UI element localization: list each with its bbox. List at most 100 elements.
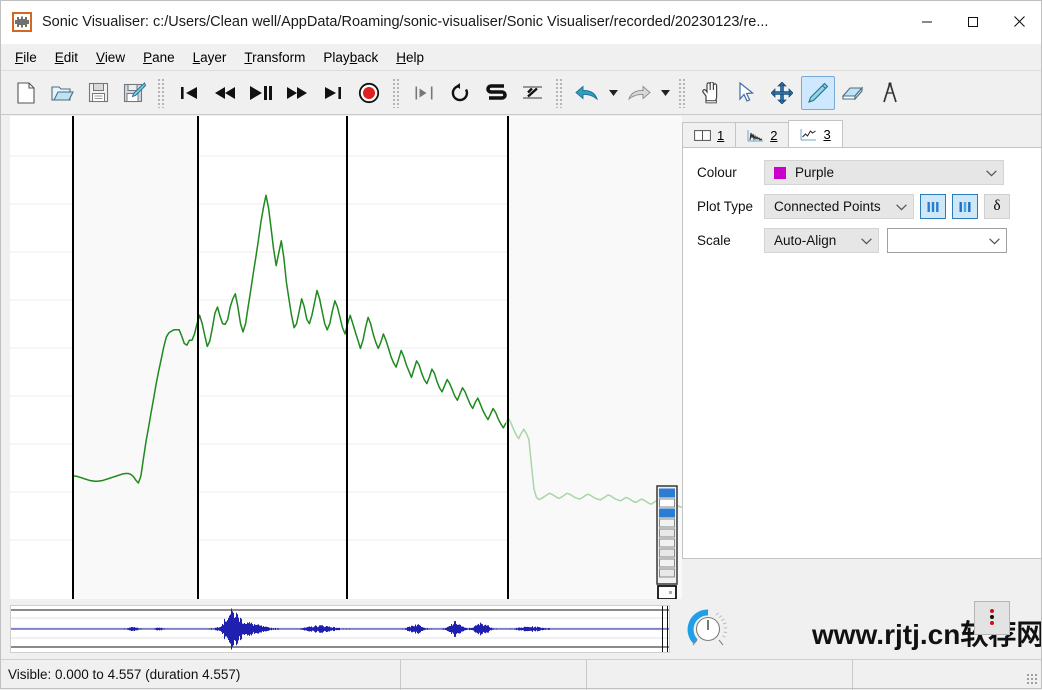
- open-file-icon[interactable]: [45, 76, 79, 110]
- overview-view-start[interactable]: [662, 606, 664, 652]
- tab-pane-3[interactable]: 3: [788, 120, 842, 148]
- playhead-line[interactable]: [346, 116, 348, 600]
- plot-type-value: Connected Points: [774, 199, 881, 214]
- app-waveform-icon: [12, 12, 32, 32]
- status-bar: Visible: 0.000 to 4.557 (duration 4.557): [0, 659, 1042, 689]
- navigate-hand-icon[interactable]: [693, 76, 727, 110]
- chevron-down-icon: [981, 233, 1000, 248]
- loop-icon[interactable]: [443, 76, 477, 110]
- play-pause-icon[interactable]: [244, 76, 278, 110]
- rewind-icon[interactable]: [208, 76, 242, 110]
- menu-edit[interactable]: Edit: [46, 47, 87, 68]
- selection-boundary-line[interactable]: [197, 116, 199, 600]
- tab-label-1: 1: [717, 128, 724, 143]
- plot-type-row: Plot Type Connected Points: [697, 194, 1027, 219]
- menu-transform[interactable]: Transform: [235, 47, 314, 68]
- status-text: Visible: 0.000 to 4.557 (duration 4.557): [0, 667, 240, 682]
- fast-forward-icon[interactable]: [280, 76, 314, 110]
- property-panel: 1 2 3 Colour: [682, 116, 1042, 659]
- status-divider: [400, 660, 401, 690]
- plot-type-label: Plot Type: [697, 199, 764, 214]
- save-session-as-icon[interactable]: [117, 76, 151, 110]
- gain-dial[interactable]: [686, 607, 730, 651]
- status-divider: [852, 660, 853, 690]
- forward-to-end-icon[interactable]: [316, 76, 350, 110]
- vertical-zoom-thumbwheel[interactable]: [656, 485, 678, 600]
- delta-icon[interactable]: δ: [984, 194, 1010, 219]
- overview-strip: www.rjtj.cn软荐网: [0, 599, 1042, 659]
- save-session-icon[interactable]: [81, 76, 115, 110]
- bars-derivative-off-icon[interactable]: [920, 194, 946, 219]
- minimize-button[interactable]: [904, 0, 950, 44]
- colour-label: Colour: [697, 165, 764, 180]
- menu-view[interactable]: View: [87, 47, 134, 68]
- scale-select[interactable]: Auto-Align: [764, 228, 879, 253]
- maximize-button[interactable]: [950, 0, 996, 44]
- menu-file[interactable]: File: [6, 47, 46, 68]
- new-session-icon[interactable]: [9, 76, 43, 110]
- select-arrow-icon[interactable]: [729, 76, 763, 110]
- menu-pane[interactable]: Pane: [134, 47, 184, 68]
- scale-units-select[interactable]: [887, 228, 1007, 253]
- status-divider: [586, 660, 587, 690]
- toolbar-separator: [555, 78, 564, 108]
- colour-swatch: [774, 167, 786, 179]
- overview-vertical-dots-icon[interactable]: [974, 601, 1010, 635]
- window-controls: [904, 0, 1042, 44]
- scale-label: Scale: [697, 233, 764, 248]
- selection-end-line[interactable]: [507, 116, 509, 600]
- undo-dropdown-icon[interactable]: [605, 76, 621, 110]
- colour-row: Colour Purple: [697, 160, 1027, 185]
- draw-pencil-icon[interactable]: [801, 76, 835, 110]
- tab-label-2: 2: [770, 128, 777, 143]
- edit-move-icon[interactable]: [765, 76, 799, 110]
- menu-layer[interactable]: Layer: [184, 47, 236, 68]
- toolbar-separator: [392, 78, 401, 108]
- main-area: 16 25 40 63 100 160 1.923 250 400 630 10…: [0, 116, 1042, 659]
- line-plot-icon: [800, 128, 817, 141]
- tab-pane-1[interactable]: 1: [682, 122, 736, 148]
- solo-icon[interactable]: [479, 76, 513, 110]
- chevron-down-icon: [978, 165, 997, 180]
- layer-tabs: 1 2 3: [682, 120, 842, 148]
- tab-pane-2[interactable]: 2: [735, 122, 789, 148]
- scale-row: Scale Auto-Align: [697, 228, 1027, 253]
- toolbar-separator: [157, 78, 166, 108]
- resize-grip[interactable]: [1026, 673, 1038, 685]
- chevron-down-icon: [888, 199, 907, 214]
- menu-help[interactable]: Help: [387, 47, 433, 68]
- selection-start-line[interactable]: [72, 116, 74, 600]
- overview-view-end[interactable]: [667, 606, 669, 652]
- menu-bar: File Edit View Pane Layer Transform Play…: [0, 44, 1042, 70]
- title-bar: Sonic Visualiser: c:/Users/Clean well/Ap…: [0, 0, 1042, 44]
- plot-type-select[interactable]: Connected Points: [764, 194, 914, 219]
- tab-label-3: 3: [823, 127, 830, 142]
- align-icon[interactable]: [515, 76, 549, 110]
- undo-icon[interactable]: [570, 76, 604, 110]
- rewind-to-start-icon[interactable]: [172, 76, 206, 110]
- colour-select[interactable]: Purple: [764, 160, 1004, 185]
- spectrum-curve-icon: [747, 129, 764, 142]
- delta-label: δ: [993, 198, 1000, 215]
- main-toolbar: [0, 70, 1042, 115]
- overview-waveform-render: [11, 606, 669, 652]
- layer-properties: Colour Purple Plot Type Connected Points: [682, 147, 1042, 559]
- redo-dropdown-icon[interactable]: [657, 76, 673, 110]
- record-icon[interactable]: [352, 76, 386, 110]
- redo-icon[interactable]: [622, 76, 656, 110]
- close-button[interactable]: [996, 0, 1042, 44]
- bars-filled-icon[interactable]: [952, 194, 978, 219]
- window-title: Sonic Visualiser: c:/Users/Clean well/Ap…: [42, 14, 904, 30]
- menu-playback[interactable]: Playback: [314, 47, 387, 68]
- overview-waveform[interactable]: [10, 605, 670, 653]
- chevron-down-icon: [853, 233, 872, 248]
- pane-columns-icon: [694, 129, 711, 142]
- measure-icon[interactable]: [873, 76, 907, 110]
- colour-value: Purple: [795, 165, 834, 180]
- erase-icon[interactable]: [837, 76, 871, 110]
- spectrum-plot[interactable]: [10, 116, 682, 600]
- scale-value: Auto-Align: [774, 233, 836, 248]
- play-selection-icon[interactable]: [407, 76, 441, 110]
- plot-pane: 16 25 40 63 100 160 1.923 250 400 630 10…: [0, 116, 682, 659]
- toolbar-separator: [678, 78, 687, 108]
